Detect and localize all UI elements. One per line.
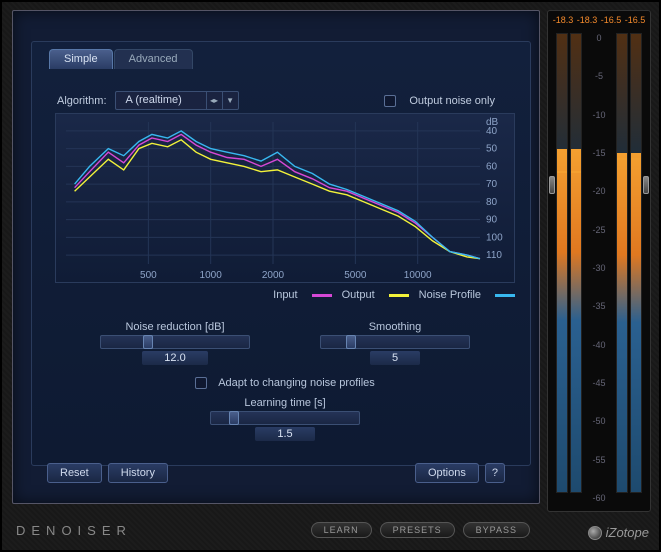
brand-logo: iZotope [588, 525, 649, 540]
svg-text:80: 80 [486, 197, 498, 208]
tab-advanced[interactable]: Advanced [114, 49, 193, 69]
noise-reduction-value[interactable]: 12.0 [142, 351, 207, 365]
learning-time-slider[interactable] [210, 411, 360, 425]
plugin-title: DENOISER [16, 523, 132, 538]
scale-tick: -40 [584, 340, 614, 350]
spectrum-plot[interactable]: 405060708090100110dB50010002000500010000 [55, 113, 515, 283]
peak-2: -18.3 [576, 15, 598, 25]
scale-tick: -45 [584, 378, 614, 388]
algorithm-dropdown[interactable]: A (realtime) ◂▸ ▼ [115, 91, 239, 110]
threshold-handle-left[interactable] [549, 176, 555, 194]
learning-time-control: Learning time [s] 1.5 [210, 397, 360, 441]
learning-time-label: Learning time [s] [210, 397, 360, 409]
peak-1: -18.3 [552, 15, 574, 25]
adapt-label: Adapt to changing noise profiles [218, 377, 375, 389]
adapt-checkbox[interactable] [195, 377, 207, 389]
presets-button[interactable]: PRESETS [380, 522, 455, 538]
smoothing-slider[interactable] [320, 335, 470, 349]
noise-reduction-slider[interactable] [100, 335, 250, 349]
scale-tick: 0 [584, 33, 614, 43]
smoothing-value[interactable]: 5 [370, 351, 420, 365]
smoothing-label: Smoothing [320, 321, 470, 333]
svg-text:100: 100 [486, 232, 503, 243]
scale-tick: -60 [584, 493, 614, 503]
svg-text:50: 50 [486, 144, 498, 155]
peak-3: -16.5 [600, 15, 622, 25]
svg-text:10000: 10000 [404, 270, 432, 281]
scale-tick: -25 [584, 225, 614, 235]
peak-4: -16.5 [624, 15, 646, 25]
noise-reduction-control: Noise reduction [dB] 12.0 [100, 321, 250, 365]
bypass-button[interactable]: BYPASS [463, 522, 530, 538]
svg-text:dB: dB [486, 117, 499, 128]
learning-time-value[interactable]: 1.5 [255, 427, 314, 441]
legend-noise-label: Noise Profile [419, 289, 481, 301]
meter-panel: -18.3 -18.3 -16.5 -16.5 0 -5 -10 -15 -20 -25 -… [547, 10, 651, 512]
scale-tick: -20 [584, 186, 614, 196]
algorithm-label: Algorithm: [57, 95, 107, 107]
scale-tick: -55 [584, 455, 614, 465]
legend-input-label: Input [273, 289, 297, 301]
main-panel: Simple Advanced Algorithm: A (realtime) … [12, 10, 540, 504]
output-meter [616, 33, 642, 493]
legend-output-label: Output [342, 289, 375, 301]
brand-text: iZotope [606, 525, 649, 540]
scale-tick: -5 [584, 71, 614, 81]
stepper-icon[interactable]: ◂▸ [206, 92, 222, 109]
threshold-handle-right[interactable] [643, 176, 649, 194]
brand-dot-icon [588, 526, 602, 540]
options-button[interactable]: Options [415, 463, 479, 483]
scale-tick: -15 [584, 148, 614, 158]
scale-tick: -35 [584, 301, 614, 311]
chevron-down-icon[interactable]: ▼ [222, 92, 238, 109]
scale-tick: -30 [584, 263, 614, 273]
help-button[interactable]: ? [485, 463, 505, 483]
history-button[interactable]: History [108, 463, 168, 483]
scale-tick: -10 [584, 110, 614, 120]
svg-text:500: 500 [140, 270, 157, 281]
peak-readouts: -18.3 -18.3 -16.5 -16.5 [552, 15, 646, 25]
reset-button[interactable]: Reset [47, 463, 102, 483]
scale-tick: -50 [584, 416, 614, 426]
svg-text:2000: 2000 [262, 270, 285, 281]
svg-text:110: 110 [486, 250, 502, 261]
output-noise-only-checkbox[interactable] [384, 95, 396, 107]
algorithm-value: A (realtime) [116, 92, 206, 109]
svg-text:5000: 5000 [344, 270, 367, 281]
svg-text:90: 90 [486, 215, 498, 226]
svg-text:70: 70 [486, 179, 498, 190]
output-noise-only-label: Output noise only [409, 95, 495, 107]
input-meter [556, 33, 582, 493]
noise-reduction-label: Noise reduction [dB] [100, 321, 250, 333]
learn-button[interactable]: LEARN [311, 522, 372, 538]
svg-text:1000: 1000 [200, 270, 223, 281]
legend: Input Output Noise Profile [55, 289, 515, 301]
svg-text:60: 60 [486, 161, 498, 172]
smoothing-control: Smoothing 5 [320, 321, 470, 365]
tab-simple[interactable]: Simple [49, 49, 113, 69]
